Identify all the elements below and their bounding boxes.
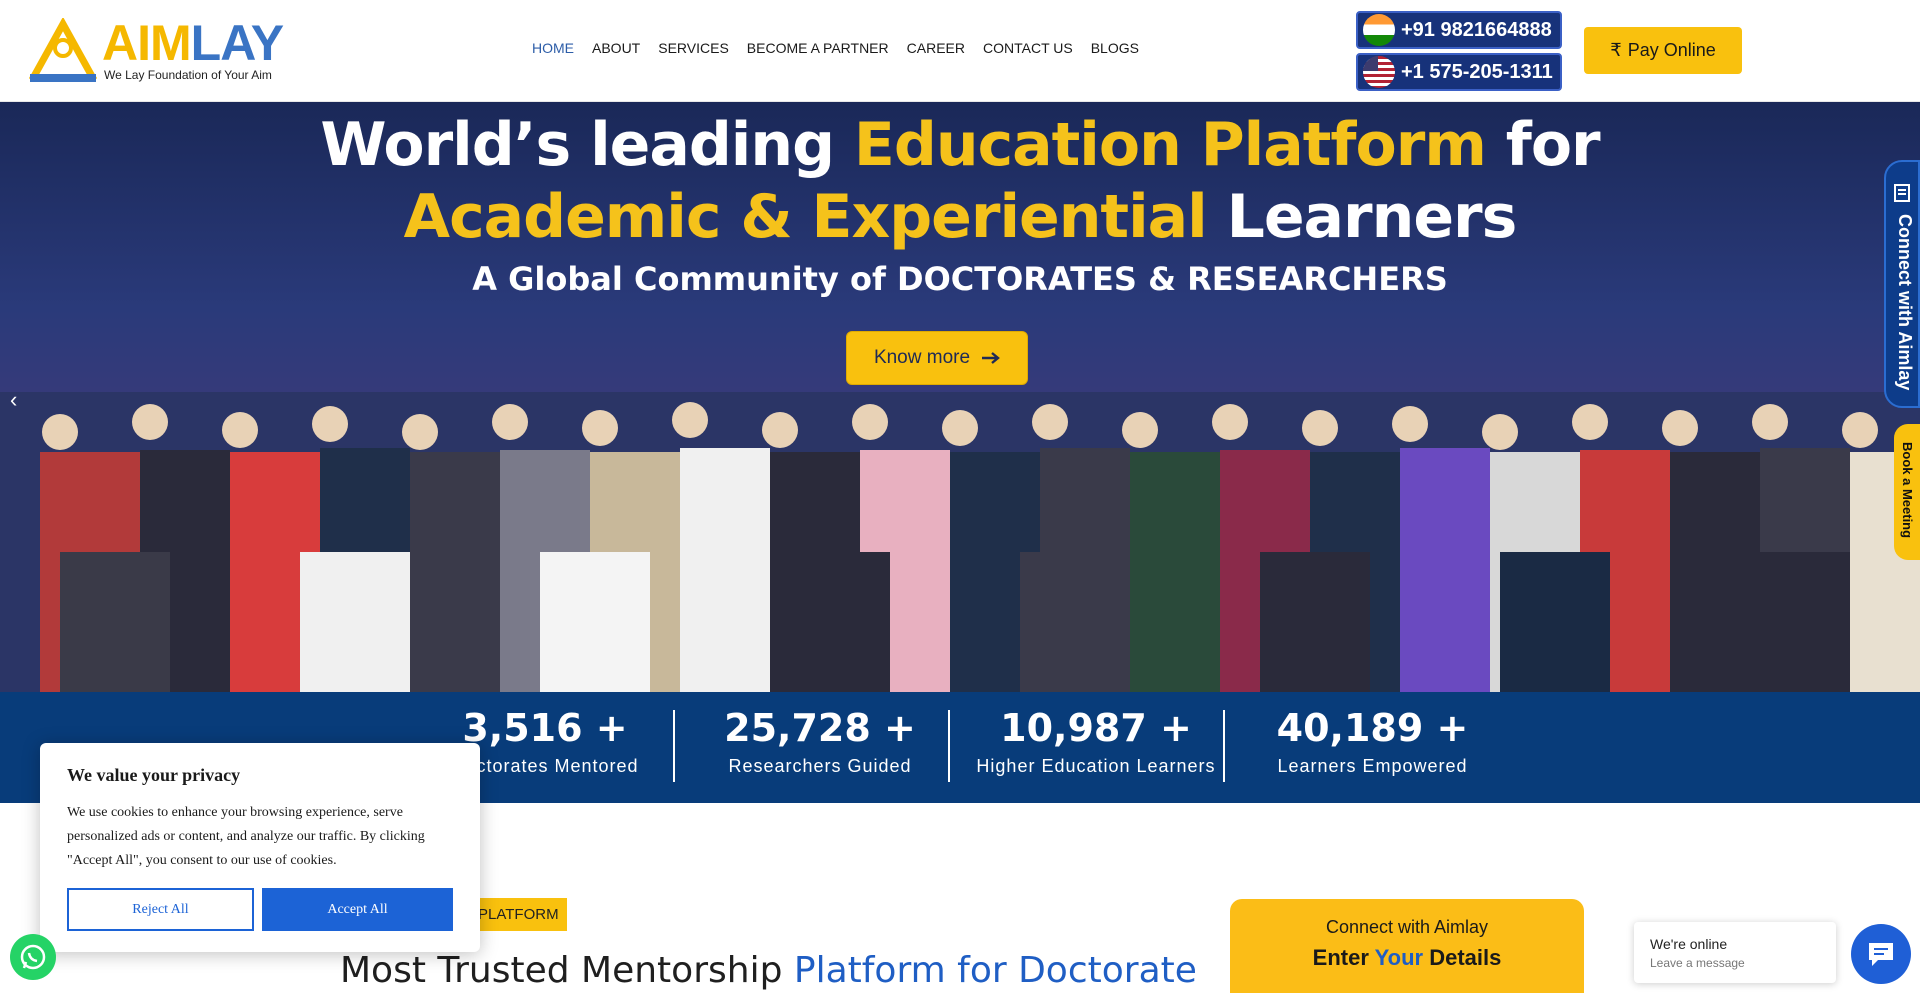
carousel-prev-icon[interactable]: ‹ — [10, 387, 17, 413]
stat-researchers: 25,728 + Researchers Guided — [690, 692, 950, 803]
phone-number-usa: +1 575-205-1311 — [1401, 60, 1553, 83]
connect-side-tab[interactable]: Connect with Aimlay — [1884, 160, 1920, 408]
logo-arch-icon — [28, 18, 98, 82]
chat-prompt: Leave a message — [1650, 956, 1745, 970]
stat-divider — [1223, 710, 1225, 782]
stat-learners: 40,189 + Learners Empowered — [1240, 692, 1505, 803]
connect-form-card: Connect with Aimlay Enter Your Details — [1230, 899, 1584, 993]
phone-numbers: +91 9821664888 +1 575-205-1311 — [1356, 11, 1562, 95]
stat-label: Learners Empowered — [1277, 756, 1468, 776]
stat-label: Researchers Guided — [728, 756, 912, 776]
nav-services[interactable]: SERVICES — [658, 40, 729, 56]
arrow-right-icon — [982, 352, 1000, 364]
hero-subtitle: A Global Community of DOCTORATES & RESEA… — [472, 260, 1448, 298]
document-icon — [1894, 184, 1910, 202]
stat-higher-education: 10,987 + Higher Education Learners — [960, 692, 1232, 803]
book-meeting-label: Book a Meeting — [1900, 442, 1915, 539]
main-nav: HOME ABOUT SERVICES BECOME A PARTNER CAR… — [532, 40, 1139, 56]
stat-value: 25,728 — [724, 706, 871, 750]
stat-suffix: + — [884, 706, 916, 750]
section-heading: Most Trusted Mentorship Platform for Doc… — [340, 950, 1197, 991]
stat-divider — [673, 710, 675, 782]
pay-online-button[interactable]: ₹ Pay Online — [1584, 27, 1742, 74]
connect-form-title: Connect with Aimlay — [1325, 917, 1489, 937]
nav-home[interactable]: HOME — [532, 40, 574, 56]
logo-wordmark: AIMLAY — [102, 15, 284, 71]
book-meeting-side-tab[interactable]: Book a Meeting — [1894, 424, 1920, 560]
know-more-label: Know more — [873, 347, 971, 368]
nav-contact-us[interactable]: CONTACT US — [983, 40, 1073, 56]
phone-number-india: +91 9821664888 — [1401, 18, 1552, 41]
connect-form-subtitle: Enter Your Details — [1312, 945, 1502, 970]
hero-title-line2: Academic & Experiential Learners — [403, 182, 1518, 252]
site-header: AIMLAY We Lay Foundation of Your Aim HOM… — [0, 0, 1920, 102]
group-photo — [0, 392, 1920, 692]
stat-label: Higher Education Learners — [976, 756, 1216, 776]
stat-suffix: + — [1160, 706, 1192, 750]
know-more-button[interactable]: Know more — [846, 331, 1028, 385]
nav-career[interactable]: CAREER — [907, 40, 965, 56]
cookie-title: We value your privacy — [67, 765, 241, 785]
whatsapp-button[interactable] — [10, 934, 56, 980]
nav-blogs[interactable]: BLOGS — [1091, 40, 1139, 56]
cookie-consent-dialog: We value your privacy We use cookies to … — [40, 743, 480, 952]
pay-online-label: Pay Online — [1627, 40, 1716, 60]
hero-banner: World’s leading Education Platform for A… — [0, 102, 1920, 692]
stat-value: 40,189 — [1276, 706, 1424, 750]
logo-tagline: We Lay Foundation of Your Aim — [104, 68, 272, 82]
accept-all-button[interactable]: Accept All — [262, 888, 453, 931]
stat-value: 10,987 — [1000, 706, 1147, 750]
nav-become-partner[interactable]: BECOME A PARTNER — [747, 40, 889, 56]
stat-divider — [948, 710, 950, 782]
chat-status: We're online — [1650, 936, 1728, 952]
stat-suffix: + — [595, 706, 628, 750]
phone-usa[interactable]: +1 575-205-1311 — [1356, 53, 1562, 91]
stat-value: 3,516 — [462, 706, 583, 750]
whatsapp-icon — [20, 944, 46, 970]
usa-flag-icon — [1363, 56, 1395, 88]
chat-launcher-button[interactable] — [1851, 924, 1911, 984]
phone-india[interactable]: +91 9821664888 — [1356, 11, 1562, 49]
chat-icon — [1869, 943, 1893, 966]
cookie-body: We use cookies to enhance your browsing … — [67, 805, 425, 868]
reject-all-button[interactable]: Reject All — [67, 888, 254, 931]
stat-suffix: + — [1436, 706, 1469, 750]
hero-title-line1: World’s leading Education Platform for — [320, 110, 1600, 180]
nav-about[interactable]: ABOUT — [592, 40, 640, 56]
india-flag-icon — [1363, 14, 1395, 46]
aimlay-logo[interactable]: AIMLAY We Lay Foundation of Your Aim — [28, 15, 288, 84]
rupee-icon: ₹ — [1610, 40, 1622, 60]
chat-greeting[interactable]: We're online Leave a message — [1634, 922, 1836, 983]
connect-side-label: Connect with Aimlay — [1895, 214, 1915, 391]
